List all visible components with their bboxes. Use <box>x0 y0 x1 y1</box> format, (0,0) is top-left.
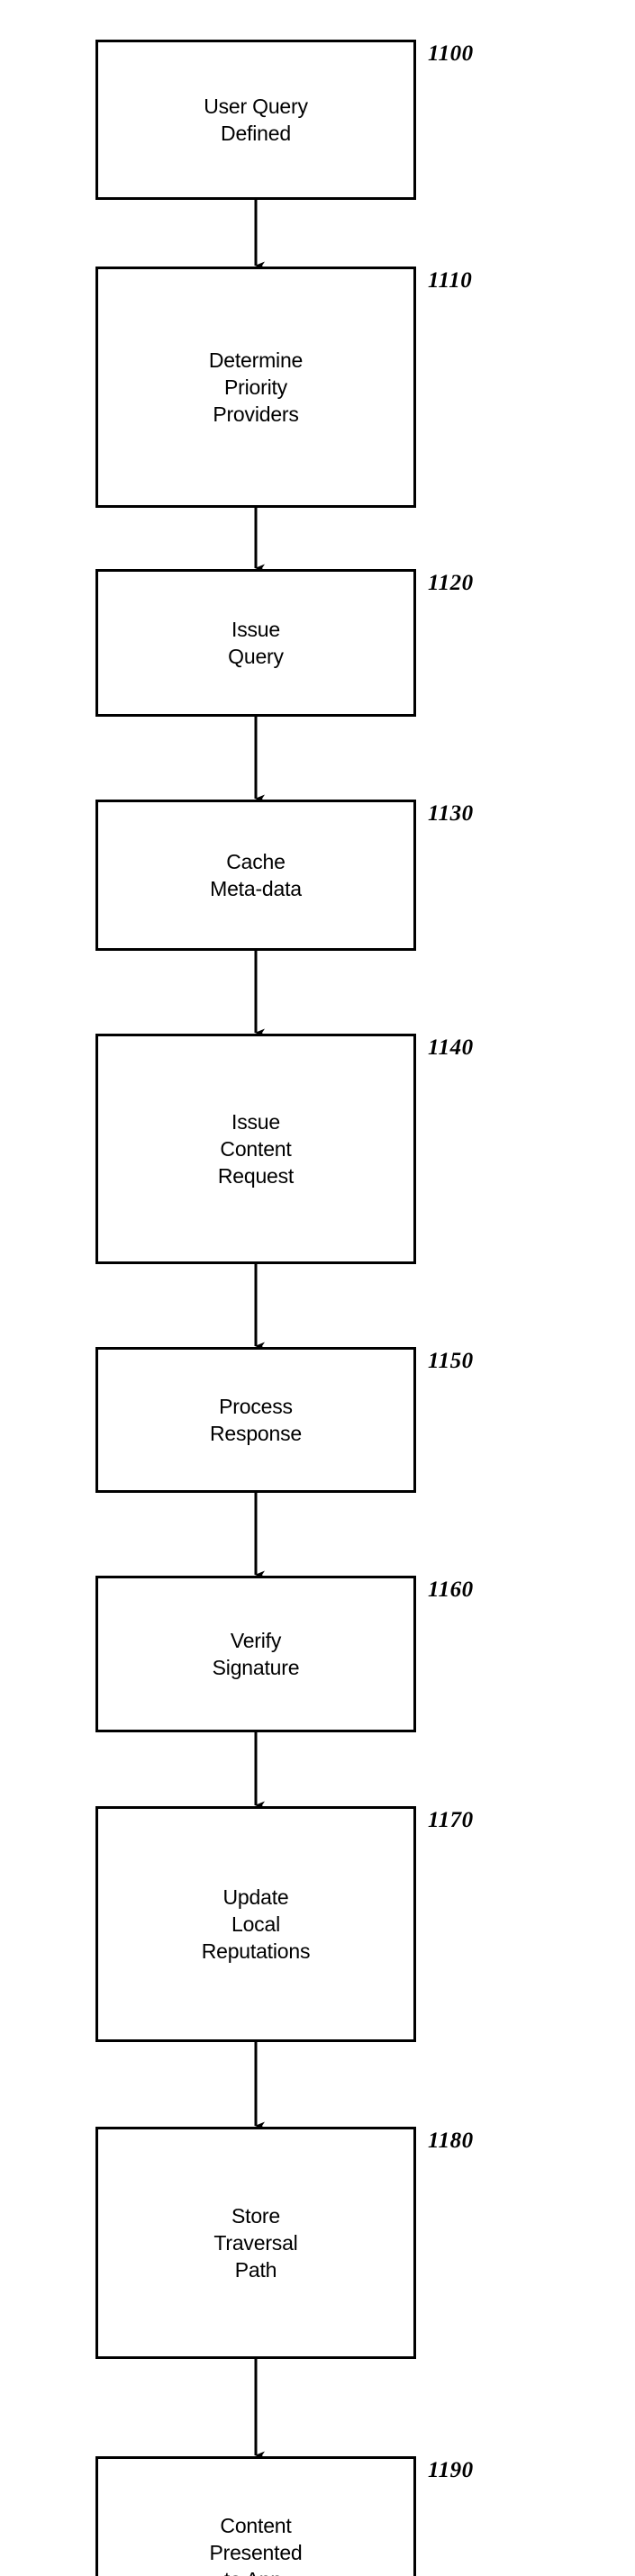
flow-node-1140: Issue Content Request <box>95 1034 416 1264</box>
flow-node-label: Determine <box>208 348 304 372</box>
flow-node-label: Process <box>219 1395 293 1418</box>
flow-node-1160: Verify Signature <box>95 1576 416 1732</box>
flow-node-1170: Update Local Reputations <box>95 1806 416 2042</box>
flow-node-label: Content <box>220 1137 292 1161</box>
flow-node-label: Meta-data <box>210 877 302 900</box>
flow-node-label: to App. <box>224 2566 287 2576</box>
flow-node-1150: Process Response <box>95 1347 416 1493</box>
flow-node-label: Store <box>231 2204 280 2228</box>
reference-numeral-1150: 1150 <box>428 1349 474 1373</box>
flow-node-label: Traversal <box>213 2231 298 2255</box>
flow-node-label: Defined <box>221 122 291 145</box>
reference-numeral-1140: 1140 <box>428 1035 474 1060</box>
flowchart-nodes: User Query Defined 1100 Determine Priority Pr… <box>0 0 635 2576</box>
flow-node-label: Request <box>217 1164 295 1188</box>
flow-node-label: Update <box>222 1885 289 1909</box>
reference-numeral-1170: 1170 <box>428 1808 474 1832</box>
reference-numeral-1160: 1160 <box>428 1577 474 1602</box>
flow-node-label: Response <box>210 1422 302 1445</box>
flow-node-1120: Issue Query <box>95 569 416 717</box>
reference-numeral-1120: 1120 <box>428 571 474 595</box>
flow-node-1180: Store Traversal Path <box>95 2127 416 2359</box>
flow-node-label: Presented <box>209 2541 303 2564</box>
flow-node-1100: User Query Defined <box>95 40 416 200</box>
flow-node-label: Query <box>228 645 284 668</box>
flow-node-label: Verify <box>230 1629 282 1652</box>
flow-node-label: Priority <box>224 375 287 399</box>
flow-node-label: Path <box>234 2258 277 2282</box>
reference-numeral-1180: 1180 <box>428 2129 474 2153</box>
flow-node-label: Reputations <box>201 1939 311 1963</box>
flow-node-1130: Cache Meta-data <box>95 800 416 951</box>
reference-numeral-1110: 1110 <box>428 268 473 293</box>
flow-node-label: Signature <box>212 1656 300 1679</box>
reference-numeral-1190: 1190 <box>428 2458 474 2482</box>
reference-numeral-1100: 1100 <box>428 41 474 66</box>
flow-node-label: Issue <box>231 618 280 641</box>
flow-node-label: Content <box>220 2514 292 2537</box>
flow-node-1110: Determine Priority Providers <box>95 267 416 508</box>
flow-node-label: Issue <box>231 1110 280 1134</box>
flow-node-label: Local <box>231 1912 280 1936</box>
figure-canvas: User Query Defined 1100 Determine Priority Pr… <box>0 0 635 2576</box>
reference-numeral-1130: 1130 <box>428 801 474 826</box>
flow-node-label: Cache <box>226 850 286 873</box>
flow-node-1190: Content Presented to App. <box>95 2456 416 2576</box>
flow-node-label: Providers <box>213 402 299 426</box>
flow-node-label: User Query <box>204 95 308 118</box>
